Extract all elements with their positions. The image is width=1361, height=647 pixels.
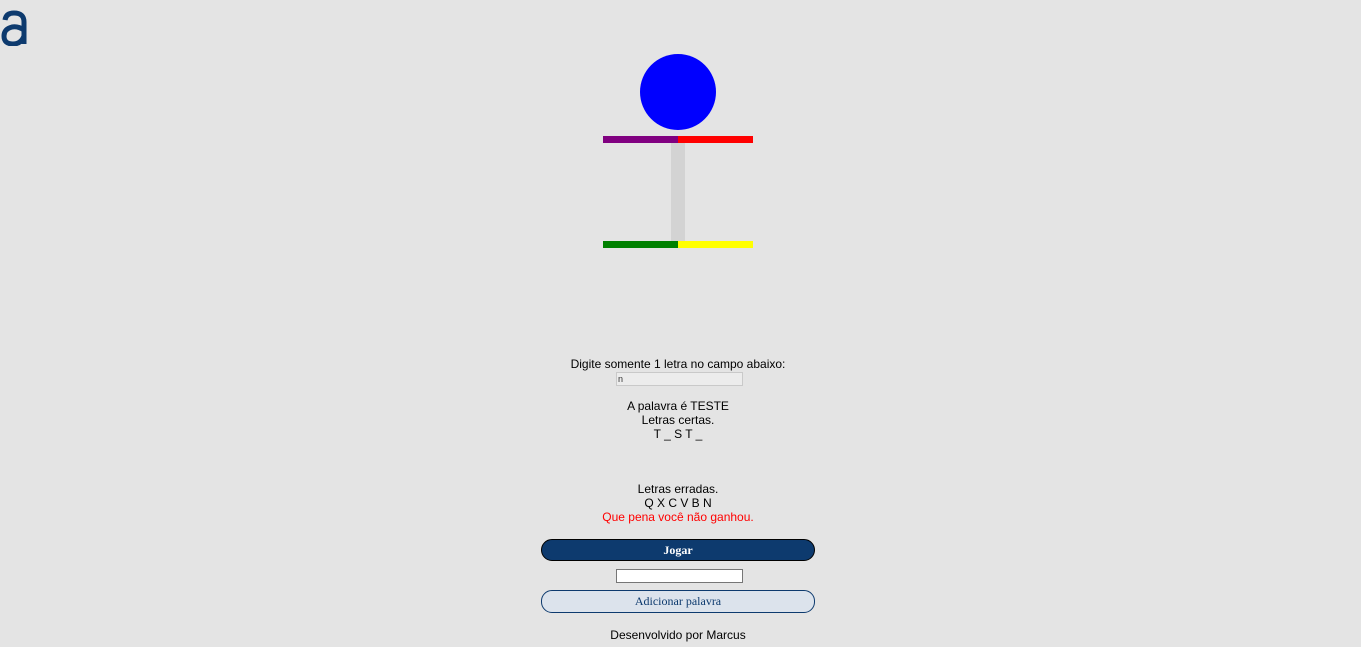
word-reveal: A palavra é TESTE: [627, 399, 729, 413]
hangman-figure: [603, 54, 753, 254]
hangman-left-leg: [603, 241, 678, 248]
add-word-button[interactable]: Adicionar palavra: [541, 590, 815, 613]
hangman-head: [640, 54, 716, 130]
play-button[interactable]: Jogar: [541, 539, 815, 561]
wrong-letters: Q X C V B N: [644, 496, 712, 510]
hangman-right-arm: [678, 136, 753, 143]
hangman-left-arm: [603, 136, 678, 143]
correct-letters: T _ S T _: [653, 427, 703, 441]
brand-a-logo-icon: [1, 10, 27, 46]
instruction-text: Digite somente 1 letra no campo abaixo:: [570, 357, 786, 371]
hangman-right-leg: [678, 241, 753, 248]
letter-input[interactable]: [616, 372, 743, 386]
new-word-input[interactable]: [616, 569, 743, 583]
page: Digite somente 1 letra no campo abaixo: …: [0, 0, 1361, 647]
lose-message: Que pena você não ganhou.: [602, 510, 754, 524]
footer-credit: Desenvolvido por Marcus: [610, 628, 746, 642]
correct-letters-label: Letras certas.: [641, 413, 715, 427]
hangman-body: [671, 143, 685, 241]
wrong-letters-label: Letras erradas.: [637, 482, 719, 496]
wrong-info: Letras erradas. Q X C V B N Que pena voc…: [480, 482, 876, 524]
word-info: A palavra é TESTE Letras certas. T _ S T…: [480, 399, 876, 441]
